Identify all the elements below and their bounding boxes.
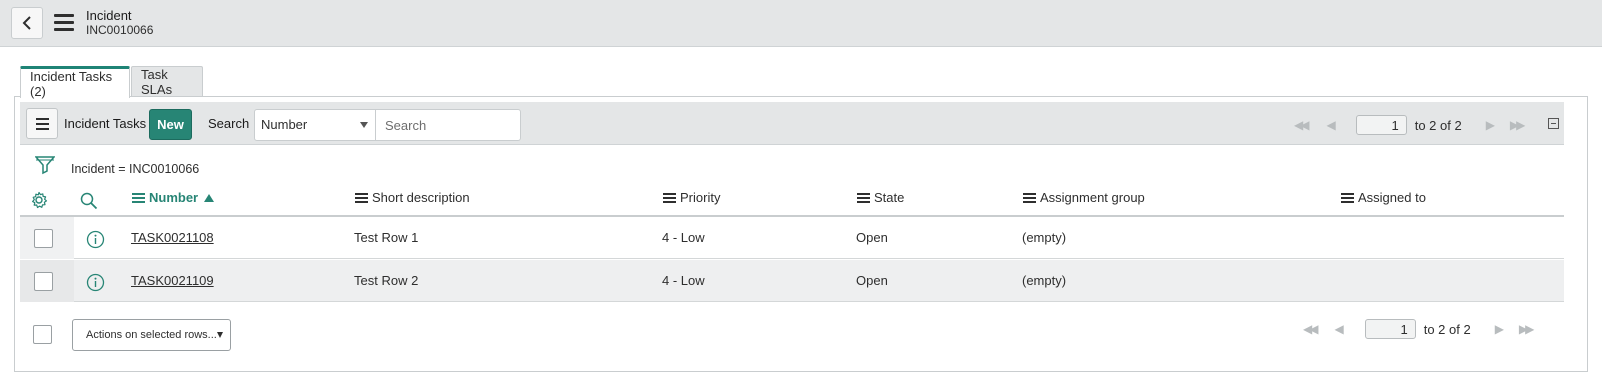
- list-title: Incident Tasks: [64, 116, 147, 131]
- state-cell: Open: [856, 273, 888, 288]
- next-page-icon[interactable]: ▶: [1495, 322, 1504, 336]
- short-description-cell: Test Row 2: [354, 273, 419, 288]
- column-menu-icon[interactable]: [857, 191, 870, 205]
- search-label: Search: [208, 116, 250, 131]
- last-page-icon[interactable]: ▶▶: [1519, 322, 1535, 336]
- filter-icon[interactable]: [35, 155, 55, 177]
- last-page-icon[interactable]: ▶▶: [1510, 118, 1526, 132]
- related-list-panel: Incident Tasks New Search Number ◀◀ ◀ to…: [14, 96, 1588, 372]
- info-icon[interactable]: [86, 273, 105, 292]
- filter-breadcrumb[interactable]: Incident = INC0010066: [71, 162, 199, 176]
- column-header-priority[interactable]: Priority: [663, 190, 720, 205]
- column-header-label: Short description: [372, 190, 470, 205]
- search-icon[interactable]: [80, 192, 98, 210]
- column-header-label: Assigned to: [1358, 190, 1426, 205]
- assignment-group-cell: (empty): [1022, 273, 1067, 288]
- column-header-short-description[interactable]: Short description: [355, 190, 470, 205]
- hamburger-menu-icon[interactable]: [54, 14, 74, 32]
- chevron-left-icon: [22, 16, 31, 30]
- short-description-cell: Test Row 1: [354, 230, 419, 245]
- column-menu-icon[interactable]: [1023, 191, 1036, 205]
- table-row: TASK0021109 Test Row 2 4 - Low Open (emp…: [20, 260, 1564, 302]
- column-header-number[interactable]: Number: [132, 190, 215, 205]
- search-input[interactable]: [375, 109, 521, 141]
- page-number-input[interactable]: [1355, 115, 1407, 135]
- table-row: TASK0021108 Test Row 1 4 - Low Open (emp…: [20, 217, 1564, 259]
- column-header-label: Number: [149, 190, 199, 205]
- row-checkbox[interactable]: [34, 272, 53, 291]
- column-menu-icon[interactable]: [132, 191, 145, 205]
- tab-incident-tasks[interactable]: Incident Tasks (2): [20, 66, 130, 99]
- actions-select[interactable]: Actions on selected rows...: [72, 319, 231, 351]
- next-page-icon[interactable]: ▶: [1486, 118, 1495, 132]
- column-header-label: Priority: [680, 190, 721, 205]
- tab-task-slas[interactable]: Task SLAs: [131, 66, 203, 97]
- column-header-assignment-group[interactable]: Assignment group: [1023, 190, 1145, 205]
- dropdown-caret-icon: [360, 122, 368, 128]
- actions-select-label: Actions on selected rows...: [86, 329, 217, 341]
- page-range-text: to 2 of 2: [1423, 321, 1471, 337]
- search-field-select[interactable]: Number: [254, 109, 376, 141]
- info-icon[interactable]: [86, 230, 105, 249]
- first-page-icon[interactable]: ◀◀: [1303, 322, 1319, 336]
- column-menu-icon[interactable]: [1341, 191, 1354, 205]
- column-header-label: Assignment group: [1040, 190, 1145, 205]
- sort-ascending-icon: [204, 193, 215, 202]
- column-menu-icon[interactable]: [663, 191, 676, 205]
- row-select-cell: [20, 217, 74, 259]
- previous-page-icon[interactable]: ◀: [1326, 118, 1335, 132]
- column-header-state[interactable]: State: [857, 190, 904, 205]
- column-menu-icon[interactable]: [355, 191, 368, 205]
- list-toolbar: Incident Tasks New Search Number ◀◀ ◀ to…: [20, 102, 1564, 145]
- gear-icon[interactable]: [30, 191, 48, 209]
- pagination-bottom: ◀◀ ◀ to 2 of 2 ▶ ▶▶: [1303, 319, 1535, 339]
- new-button[interactable]: New: [149, 109, 192, 140]
- record-title: Incident: [86, 8, 132, 23]
- record-header: Incident INC0010066: [0, 0, 1602, 47]
- record-number: INC0010066: [86, 23, 154, 37]
- page-number-input[interactable]: [1364, 319, 1416, 339]
- first-page-icon[interactable]: ◀◀: [1294, 118, 1310, 132]
- column-header-label: State: [874, 190, 905, 205]
- list-context-menu-button[interactable]: [26, 108, 58, 139]
- priority-cell: 4 - Low: [662, 230, 705, 245]
- page-range-text: to 2 of 2: [1414, 117, 1462, 133]
- previous-page-icon[interactable]: ◀: [1334, 322, 1343, 336]
- search-field-value: Number: [261, 117, 308, 132]
- back-button[interactable]: [11, 7, 43, 39]
- task-number-link[interactable]: TASK0021108: [131, 230, 214, 245]
- dropdown-caret-icon: [217, 332, 223, 338]
- assignment-group-cell: (empty): [1022, 230, 1067, 245]
- row-checkbox[interactable]: [34, 229, 53, 248]
- pagination-top: ◀◀ ◀ to 2 of 2 ▶ ▶▶: [1294, 115, 1526, 135]
- column-header-assigned-to[interactable]: Assigned to: [1341, 190, 1426, 205]
- collapse-icon[interactable]: [1548, 118, 1559, 129]
- row-select-cell: [20, 260, 74, 302]
- select-all-checkbox[interactable]: [33, 325, 52, 344]
- state-cell: Open: [856, 230, 888, 245]
- task-number-link[interactable]: TASK0021109: [131, 273, 214, 288]
- priority-cell: 4 - Low: [662, 273, 705, 288]
